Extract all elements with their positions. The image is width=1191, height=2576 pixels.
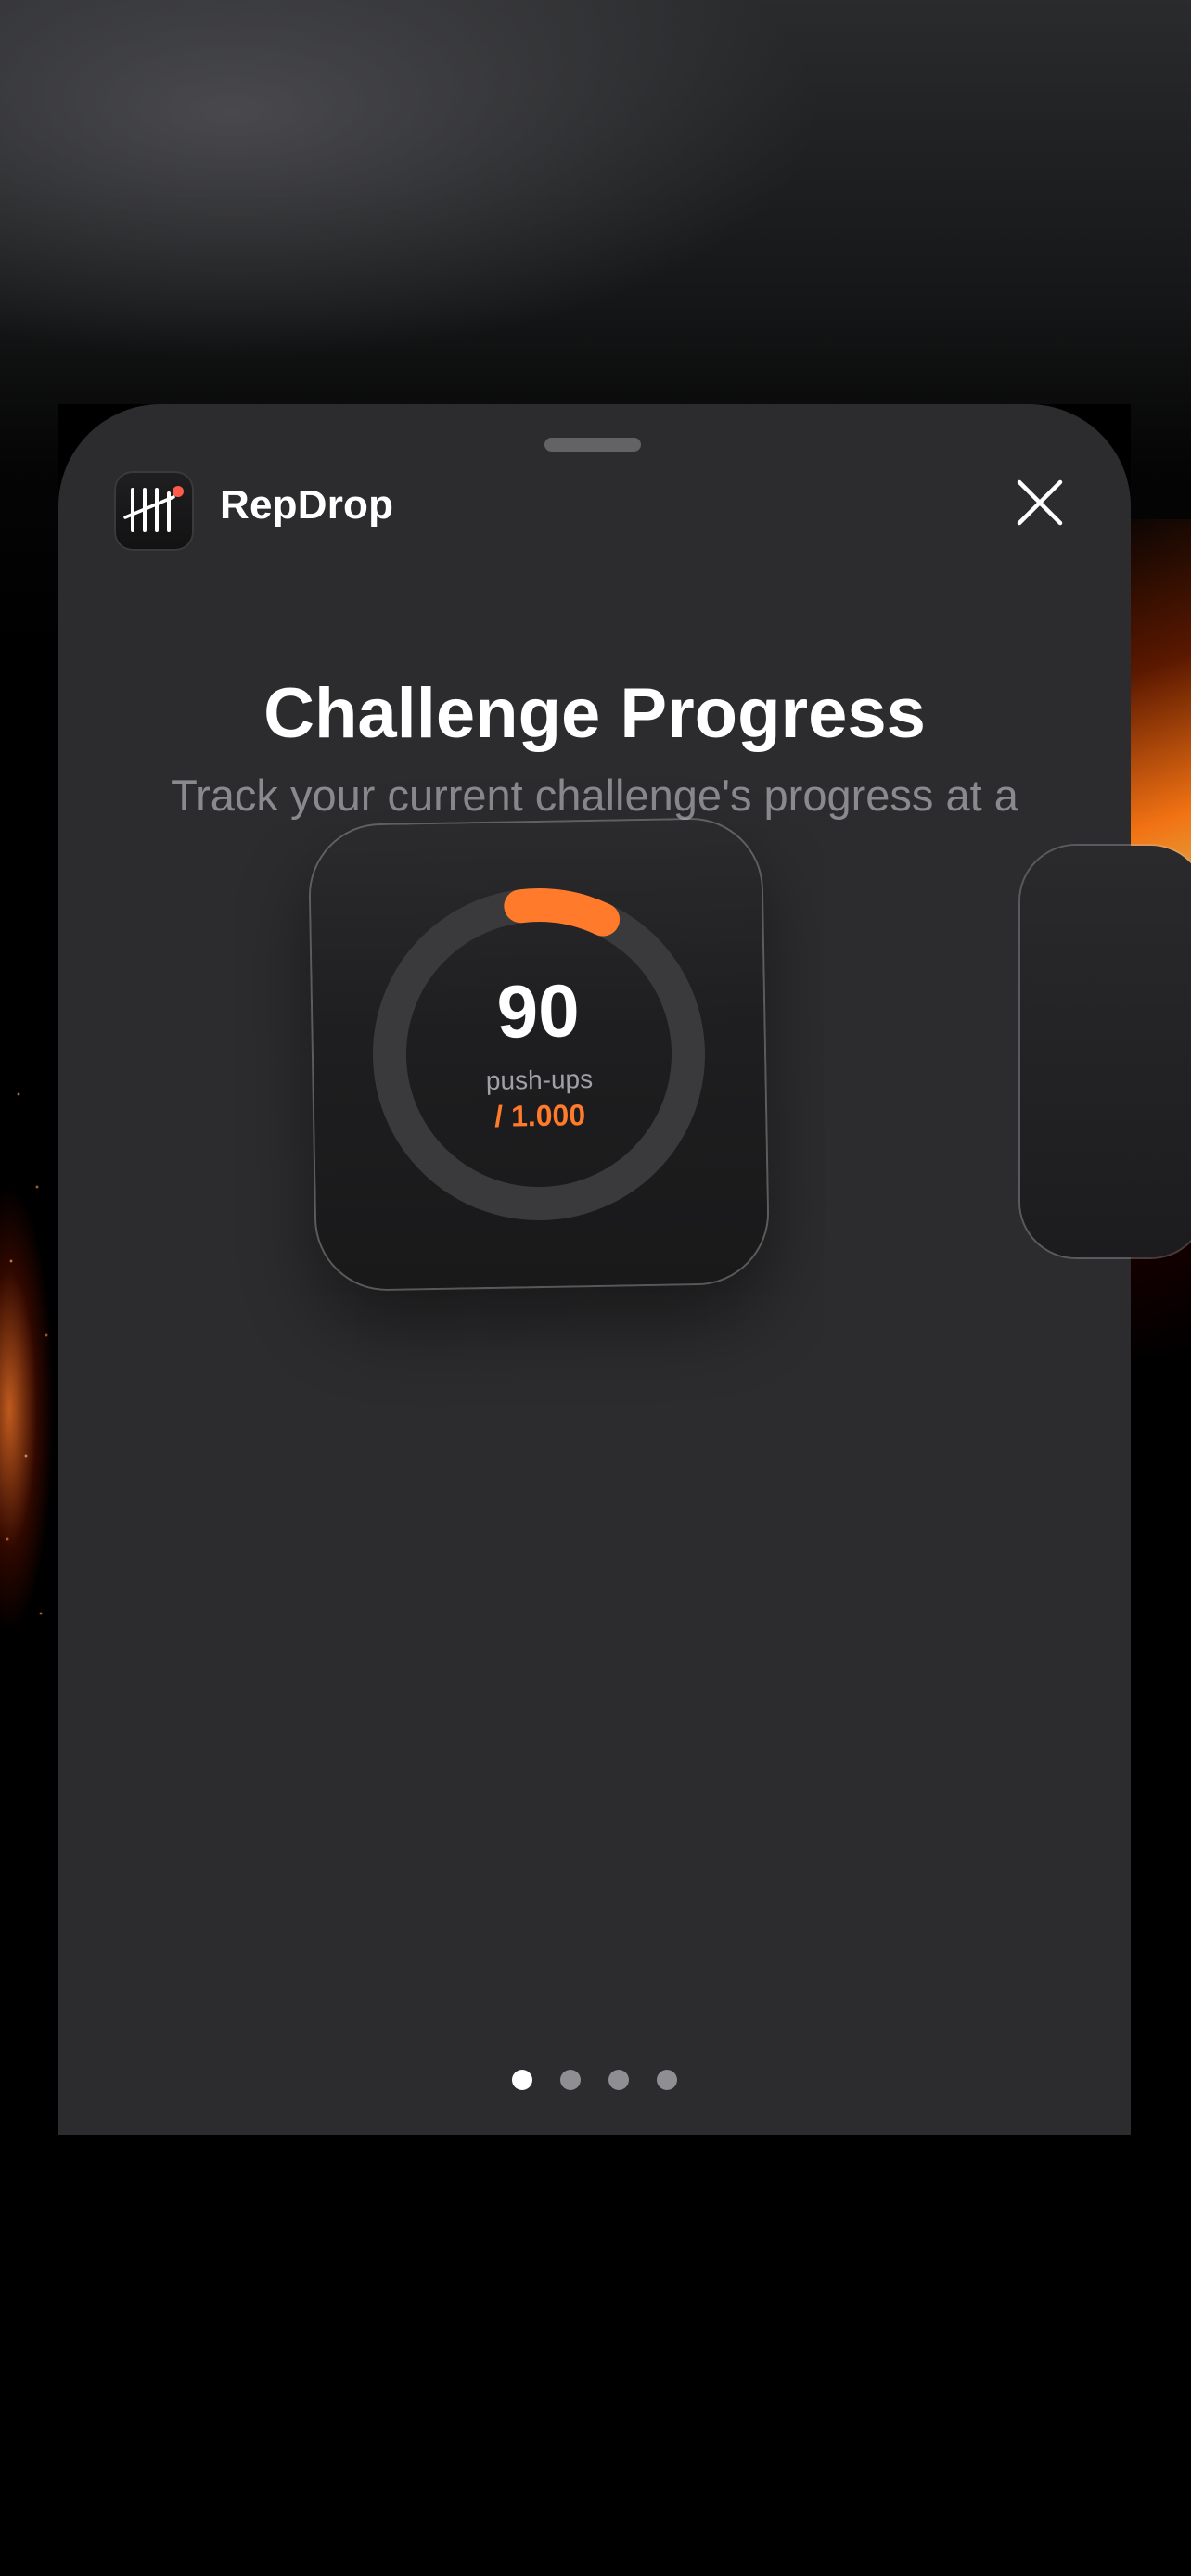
progress-value: 90 xyxy=(495,969,581,1053)
close-icon xyxy=(1017,479,1063,526)
page-title: Challenge Progress xyxy=(263,674,926,753)
app-name: RepDrop xyxy=(220,482,394,528)
close-button[interactable] xyxy=(1010,473,1069,532)
wallpaper-sparks xyxy=(0,1020,59,1762)
tally-marks-icon xyxy=(114,471,194,551)
challenge-progress-widget[interactable]: 90 push-ups / 1.000 xyxy=(309,818,769,1291)
sheet-grabber[interactable] xyxy=(544,438,641,452)
next-widget-preview[interactable] xyxy=(1020,846,1191,1257)
